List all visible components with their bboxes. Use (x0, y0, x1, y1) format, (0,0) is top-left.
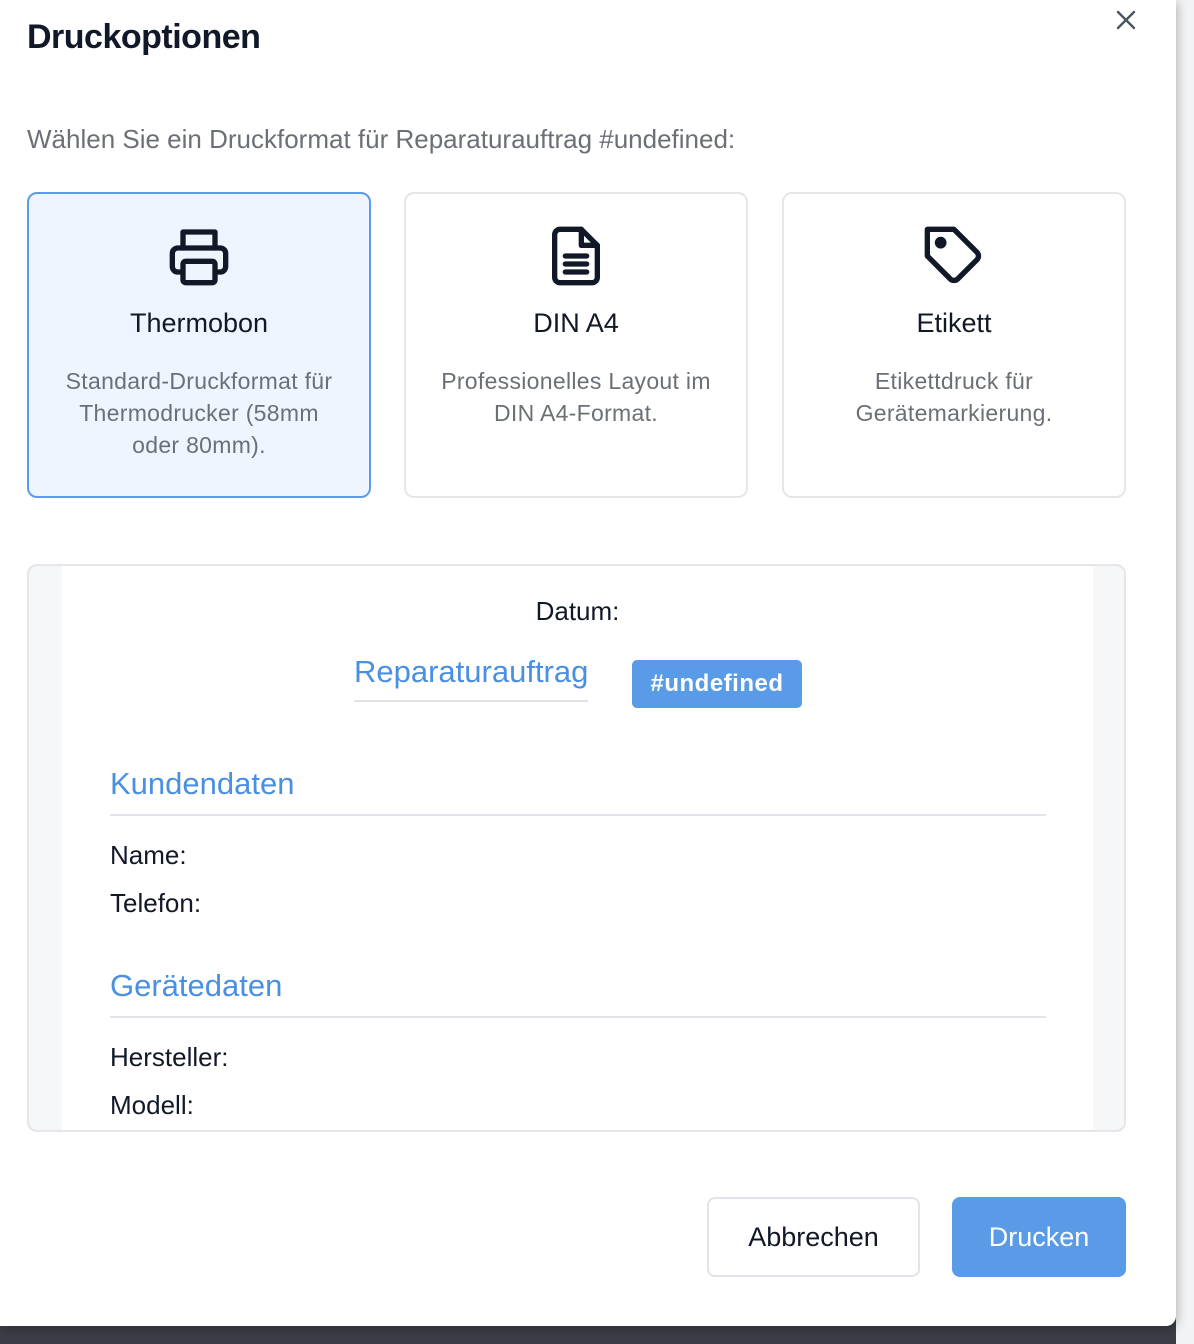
preview-paper: Datum: Reparaturauftrag #undefined Kunde… (62, 566, 1093, 1130)
close-icon (1116, 10, 1136, 30)
option-card-etikett[interactable]: Etikett Etikettdruck für Gerätemarkierun… (782, 192, 1126, 498)
order-heading: Reparaturauftrag (354, 654, 589, 702)
dialog-subtitle: Wählen Sie ein Druckformat für Reparatur… (27, 124, 736, 154)
option-description: Standard-Druckformat für Thermodrucker (… (65, 368, 333, 458)
option-title: Thermobon (129, 308, 269, 338)
tag-icon (922, 224, 986, 288)
print-button[interactable]: Drucken (952, 1197, 1126, 1277)
option-card-thermobon[interactable]: Thermobon Standard-Druckformat für Therm… (27, 192, 371, 498)
print-options-dialog: Druckoptionen Wählen Sie ein Druckformat… (0, 0, 1176, 1326)
option-title: DIN A4 (533, 308, 619, 338)
option-description: Professionelles Layout im DIN A4-Format. (441, 368, 711, 426)
close-button[interactable] (1110, 4, 1142, 36)
customer-section-title: Kundendaten (110, 766, 1046, 816)
date-label: Datum: (535, 596, 620, 626)
device-section-title: Gerätedaten (110, 968, 1046, 1018)
option-title: Etikett (916, 308, 992, 338)
manufacturer-label: Hersteller: (110, 1042, 229, 1072)
document-icon (544, 224, 608, 288)
cancel-button[interactable]: Abbrechen (707, 1197, 920, 1277)
printer-icon (167, 224, 231, 288)
background-page-strip (1176, 0, 1194, 1344)
option-card-din-a4[interactable]: DIN A4 Professionelles Layout im DIN A4-… (404, 192, 748, 498)
model-label: Modell: (110, 1090, 194, 1120)
phone-label: Telefon: (110, 888, 202, 918)
order-number-badge: #undefined (632, 660, 802, 708)
dialog-title: Druckoptionen (27, 18, 261, 56)
option-description: Etikettdruck für Gerätemarkierung. (855, 368, 1053, 426)
print-preview[interactable]: Datum: Reparaturauftrag #undefined Kunde… (27, 564, 1126, 1132)
name-label: Name: (110, 840, 187, 870)
